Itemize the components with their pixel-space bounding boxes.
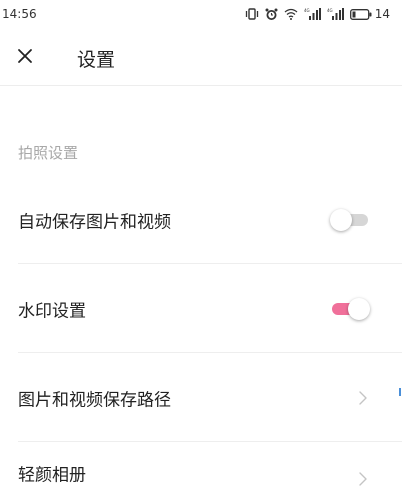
chevron-right-icon (358, 471, 368, 487)
edge-indicator (399, 388, 401, 396)
toggle-knob (330, 209, 352, 231)
auto-save-toggle[interactable] (330, 208, 370, 232)
setting-row-watermark[interactable]: 水印设置 (0, 265, 402, 353)
battery-level: 14 (374, 7, 390, 21)
status-time: 14:56 (2, 7, 37, 21)
row-divider (18, 263, 402, 264)
page-title: 设置 (77, 49, 116, 71)
vibrate-icon (245, 8, 259, 20)
wifi-icon (284, 8, 298, 20)
setting-label: 自动保存图片和视频 (18, 212, 171, 233)
status-icons: 4G 4G 14 (245, 6, 390, 22)
svg-text:4G: 4G (304, 8, 310, 13)
status-bar: 14:56 4G 4G 14 (0, 0, 402, 30)
row-divider (18, 352, 402, 353)
battery-icon (349, 8, 372, 20)
setting-label: 水印设置 (18, 301, 86, 322)
signal-icon: 4G (304, 8, 321, 20)
chevron-right-icon (358, 390, 368, 406)
setting-row-album[interactable]: 轻颜相册 (0, 443, 402, 490)
svg-text:4G: 4G (327, 8, 333, 13)
app-header: 设置 (0, 30, 402, 86)
toggle-knob (348, 298, 370, 320)
setting-row-save-path[interactable]: 图片和视频保存路径 (0, 354, 402, 442)
row-divider (18, 441, 402, 442)
signal-icon: 4G (327, 8, 344, 20)
section-label-camera: 拍照设置 (18, 144, 79, 162)
setting-label: 图片和视频保存路径 (18, 390, 171, 411)
close-button[interactable] (10, 43, 40, 73)
close-icon (17, 48, 33, 68)
watermark-toggle[interactable] (330, 297, 370, 321)
setting-label: 轻颜相册 (18, 465, 86, 486)
alarm-icon (265, 8, 278, 21)
setting-row-auto-save[interactable]: 自动保存图片和视频 (0, 176, 402, 264)
